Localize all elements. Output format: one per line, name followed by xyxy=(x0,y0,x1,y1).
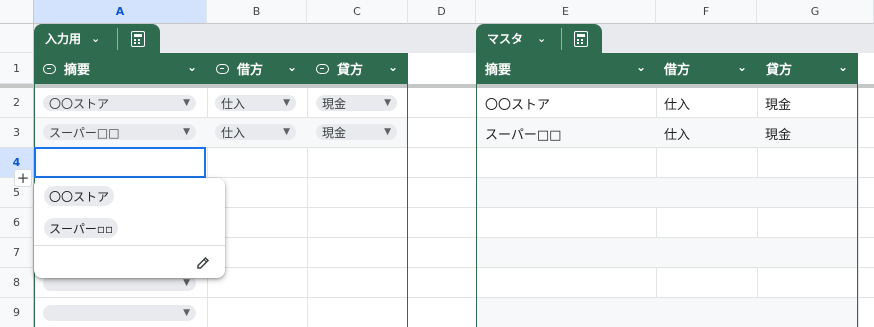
dropdown-divider xyxy=(34,245,225,246)
dropdown-option[interactable]: スーパー▫▫ xyxy=(44,218,119,238)
chevron-down-icon[interactable]: ⌄ xyxy=(537,32,546,45)
column-header-f[interactable]: F xyxy=(656,0,757,24)
tab-input-label: 入力用 xyxy=(45,32,82,46)
row-header-7[interactable]: 7 xyxy=(0,238,34,268)
tab-divider xyxy=(117,28,118,50)
right-table-stripe xyxy=(477,238,857,267)
chip-dropdown-menu: 〇〇ストア スーパー▫▫ xyxy=(34,178,225,278)
row-header-9[interactable]: 9 xyxy=(0,298,34,327)
caret-down-icon: ▼ xyxy=(384,98,391,108)
dropdown-chip-empty[interactable]: ▼ xyxy=(43,305,196,321)
left-header-debit[interactable]: 借方 ⌄ xyxy=(207,53,307,84)
chip-label: 仕入 xyxy=(221,96,246,111)
header-label: 借方 xyxy=(664,63,691,78)
caret-down-icon: ▼ xyxy=(384,127,391,137)
column-header-a[interactable]: A xyxy=(34,0,207,24)
left-header-credit[interactable]: 貸方 ⌄ xyxy=(307,53,408,84)
row-header-8[interactable]: 8 xyxy=(0,268,34,298)
tab-divider xyxy=(561,28,562,50)
caret-down-icon: ▼ xyxy=(183,98,190,108)
caret-down-icon: ▼ xyxy=(183,127,190,137)
row-header-blank[interactable] xyxy=(0,24,34,53)
left-header-summary[interactable]: 摘要 ⌄ xyxy=(34,53,207,84)
tab-master-label: マスタ xyxy=(487,32,524,46)
right-header-debit[interactable]: 借方 ⌄ xyxy=(656,53,757,84)
calculator-icon[interactable] xyxy=(574,31,588,47)
option-label: 〇〇ストア xyxy=(49,189,110,204)
chip-label: 現金 xyxy=(322,96,347,111)
row-header-1[interactable]: 1 xyxy=(0,53,34,84)
calculator-icon[interactable] xyxy=(131,31,145,47)
row-header-3[interactable]: 3 xyxy=(0,118,34,148)
column-header-g[interactable]: G xyxy=(757,0,874,24)
active-cell-editor[interactable] xyxy=(34,147,206,178)
header-label: 貸方 xyxy=(337,63,364,78)
caret-down-icon: ▼ xyxy=(283,98,290,108)
chevron-down-icon[interactable]: ⌄ xyxy=(838,60,848,74)
dropdown-chip-debit[interactable]: 仕入 ▼ xyxy=(215,95,296,111)
column-header-e[interactable]: E xyxy=(476,0,656,24)
left-table-border-right xyxy=(407,84,408,327)
option-label: スーパー▫▫ xyxy=(49,221,114,236)
plus-icon[interactable]: + xyxy=(14,169,32,187)
chevron-down-icon[interactable]: ⌄ xyxy=(187,60,197,74)
master-cell-debit[interactable]: 仕入 xyxy=(664,94,690,113)
dropdown-chip-summary[interactable]: 〇〇ストア ▼ xyxy=(43,95,196,111)
master-cell-summary[interactable]: 〇〇ストア xyxy=(485,94,550,113)
column-header-c[interactable]: C xyxy=(307,0,408,24)
chevron-down-icon[interactable]: ⌄ xyxy=(91,32,100,45)
pencil-icon[interactable] xyxy=(194,254,212,272)
chip-label: スーパー□□ xyxy=(49,125,120,140)
chevron-down-icon[interactable]: ⌄ xyxy=(737,60,747,74)
chip-label: 〇〇ストア xyxy=(49,96,110,111)
dropdown-chip-debit[interactable]: 仕入 ▼ xyxy=(215,124,296,140)
row-header-6[interactable]: 6 xyxy=(0,208,34,238)
corner-cell[interactable] xyxy=(0,0,34,24)
chip-label: 仕入 xyxy=(221,125,246,140)
dropdown-chip-credit[interactable]: 現金 ▼ xyxy=(316,124,397,140)
caret-down-icon: ▼ xyxy=(183,308,190,318)
dropdown-chip-icon xyxy=(216,63,229,74)
caret-down-icon: ▼ xyxy=(283,127,290,137)
right-table-stripe xyxy=(477,298,857,327)
dropdown-chip-credit[interactable]: 現金 ▼ xyxy=(316,95,397,111)
chip-label: 現金 xyxy=(322,125,347,140)
header-label: 摘要 xyxy=(64,63,91,78)
column-header-b[interactable]: B xyxy=(207,0,307,24)
dropdown-chip-icon xyxy=(316,63,329,74)
master-cell-summary[interactable]: スーパー□□ xyxy=(485,124,561,143)
right-header-summary[interactable]: 摘要 ⌄ xyxy=(476,53,656,84)
column-header-d[interactable]: D xyxy=(408,0,476,24)
master-cell-debit[interactable]: 仕入 xyxy=(664,124,690,143)
chevron-down-icon[interactable]: ⌄ xyxy=(388,60,398,74)
chevron-down-icon[interactable]: ⌄ xyxy=(636,60,646,74)
dropdown-option[interactable]: 〇〇ストア xyxy=(44,186,115,206)
master-cell-credit[interactable]: 現金 xyxy=(765,94,791,113)
dropdown-chip-icon xyxy=(43,63,56,74)
row-header-2[interactable]: 2 xyxy=(0,88,34,118)
header-label: 借方 xyxy=(237,63,264,78)
right-header-credit[interactable]: 貸方 ⌄ xyxy=(757,53,858,84)
header-label: 貸方 xyxy=(766,63,793,78)
header-label: 摘要 xyxy=(485,63,512,78)
tab-row-background xyxy=(34,24,874,53)
chevron-down-icon[interactable]: ⌄ xyxy=(287,60,297,74)
right-table-border-right xyxy=(857,84,858,327)
dropdown-chip-summary[interactable]: スーパー□□ ▼ xyxy=(43,124,196,140)
right-table-stripe xyxy=(477,178,857,207)
grid-col-line xyxy=(858,88,859,327)
master-cell-credit[interactable]: 現金 xyxy=(765,124,791,143)
